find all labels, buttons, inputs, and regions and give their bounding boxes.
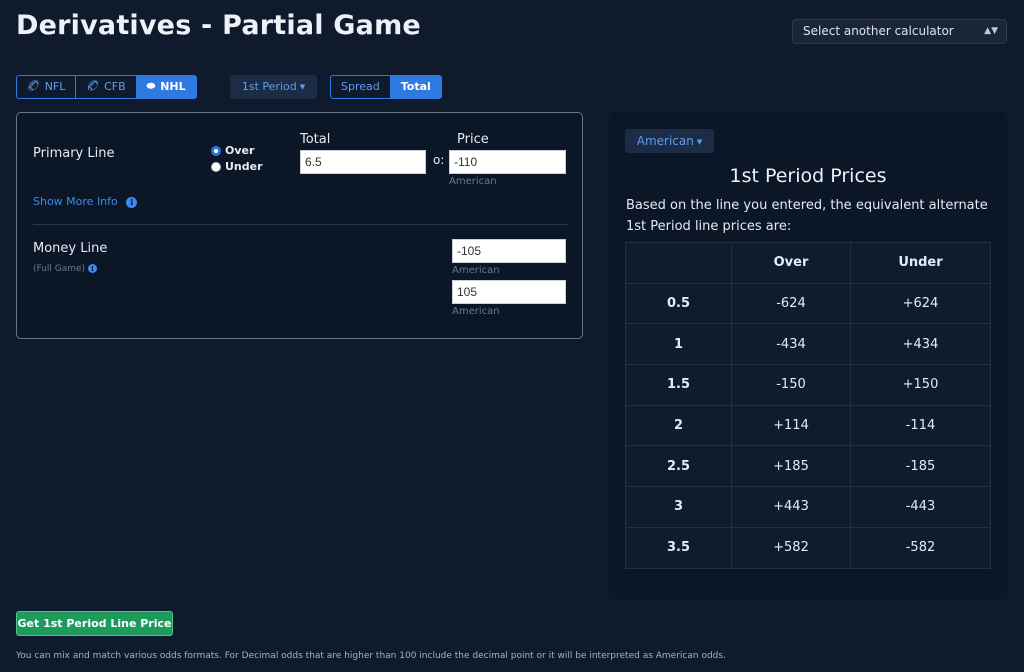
period-dropdown-label: 1st Period <box>241 80 297 93</box>
sport-tab-cfb[interactable]: 🏈︎ CFB <box>75 75 137 99</box>
primary-line-label: Primary Line <box>33 146 115 161</box>
table-row: 2.5 +185 -185 <box>625 445 991 488</box>
sport-tab-nhl[interactable]: ⬬ NHL <box>135 75 197 99</box>
price-input[interactable]: -110 <box>449 150 566 174</box>
under-radio-row[interactable]: Under <box>211 160 263 173</box>
result-description: Based on the line you entered, the equiv… <box>626 198 988 234</box>
odds-format-dropdown[interactable]: American ▼ <box>625 129 714 153</box>
table-row: 0.5 -624 +624 <box>625 282 991 325</box>
table-row: 2 +114 -114 <box>625 404 991 447</box>
caret-down-icon: ▼ <box>299 83 306 91</box>
over-price-cell: +443 <box>731 486 851 528</box>
money-line-sublabel-text: (Full Game) <box>33 264 86 274</box>
under-price-cell: +624 <box>850 282 991 325</box>
bet-type-total[interactable]: Total <box>389 75 442 99</box>
table-row: 3.5 +582 -582 <box>625 526 991 569</box>
calculator-select-label: Select another calculator <box>803 24 954 38</box>
money-line-sublabel: (Full Game) i <box>33 264 97 274</box>
caret-down-icon: ▼ <box>696 138 703 146</box>
money-line-2-format-hint: American <box>452 306 500 317</box>
sport-tab-label: NHL <box>160 80 186 93</box>
price-format-hint: American <box>449 176 497 187</box>
calculator-select[interactable]: Select another calculator ▲▼ <box>792 19 1007 44</box>
table-row: 1 -434 +434 <box>625 323 991 366</box>
over-price-cell: -150 <box>731 364 851 406</box>
column-header: Over <box>731 242 851 284</box>
info-icon[interactable]: i <box>87 264 97 273</box>
info-icon: i <box>126 197 138 208</box>
under-price-cell: +150 <box>850 364 991 406</box>
under-price-cell: -443 <box>850 486 991 528</box>
over-price-cell: -434 <box>731 323 851 366</box>
money-line-input-2[interactable]: 105 <box>452 280 566 304</box>
select-arrows-icon: ▲▼ <box>984 26 998 36</box>
input-panel: Primary Line Over Under Total Price 6.5 … <box>16 112 583 339</box>
result-title: 1st Period Prices <box>729 165 887 187</box>
line-cell: 0.5 <box>625 282 732 325</box>
football-icon: 🏈︎ <box>86 81 100 92</box>
bet-type-spread[interactable]: Spread <box>330 75 391 99</box>
money-line-label: Money Line <box>33 241 108 256</box>
line-cell: 2 <box>625 404 732 447</box>
price-header: Price <box>457 132 489 147</box>
show-more-info-link[interactable]: Show More Info i <box>33 195 138 208</box>
money-line-input-1[interactable]: -105 <box>452 239 566 263</box>
sport-selector: 🏈︎ NFL 🏈︎ CFB ⬬ NHL <box>16 75 197 99</box>
table-row: 3 +443 -443 <box>625 486 991 528</box>
column-header <box>625 242 732 284</box>
under-radio[interactable] <box>211 161 221 172</box>
table-header-row: Over Under <box>625 242 991 284</box>
under-price-cell: +434 <box>850 323 991 366</box>
over-price-cell: +582 <box>731 526 851 569</box>
bet-type-label: Spread <box>341 80 380 93</box>
under-price-cell: -582 <box>850 526 991 569</box>
period-dropdown[interactable]: 1st Period ▼ <box>230 75 317 99</box>
price-prefix: o: <box>433 153 445 167</box>
over-radio-row[interactable]: Over <box>211 144 254 157</box>
line-cell: 2.5 <box>625 445 732 488</box>
section-divider <box>33 224 568 225</box>
under-label: Under <box>225 160 263 173</box>
sport-tab-label: CFB <box>104 80 126 93</box>
bet-type-selector: Spread Total <box>330 75 442 99</box>
result-panel: American ▼ 1st Period Prices Based on the… <box>609 112 1007 599</box>
football-icon: 🏈︎ <box>27 81 40 92</box>
footnote: You can mix and match various odds forma… <box>16 651 726 661</box>
under-price-cell: -185 <box>850 445 991 488</box>
over-price-cell: -624 <box>731 282 851 325</box>
bet-type-label: Total <box>400 80 431 93</box>
line-cell: 1.5 <box>625 364 732 406</box>
over-price-cell: +185 <box>731 445 851 488</box>
sport-tab-nfl[interactable]: 🏈︎ NFL <box>16 75 77 99</box>
over-price-cell: +114 <box>731 404 851 447</box>
total-input[interactable]: 6.5 <box>300 150 426 174</box>
over-label: Over <box>225 144 255 157</box>
page-title: Derivatives - Partial Game <box>16 10 421 41</box>
line-cell: 1 <box>625 323 732 366</box>
table-row: 1.5 -150 +150 <box>625 364 991 406</box>
under-price-cell: -114 <box>850 404 991 447</box>
money-line-1-format-hint: American <box>452 265 500 276</box>
total-header: Total <box>300 132 331 147</box>
line-cell: 3 <box>625 486 732 528</box>
show-more-info-label: Show More Info <box>33 195 118 208</box>
over-radio[interactable] <box>211 145 221 156</box>
odds-format-label: American <box>636 134 694 148</box>
line-cell: 3.5 <box>625 526 732 569</box>
puck-icon: ⬬ <box>146 81 156 92</box>
get-line-price-button[interactable]: Get 1st Period Line Price <box>16 611 173 636</box>
prices-table: Over Under 0.5 -624 +624 1 -434 +434 1.5 -150 +1… <box>625 242 991 569</box>
column-header: Under <box>850 242 991 284</box>
sport-tab-label: NFL <box>44 80 66 93</box>
